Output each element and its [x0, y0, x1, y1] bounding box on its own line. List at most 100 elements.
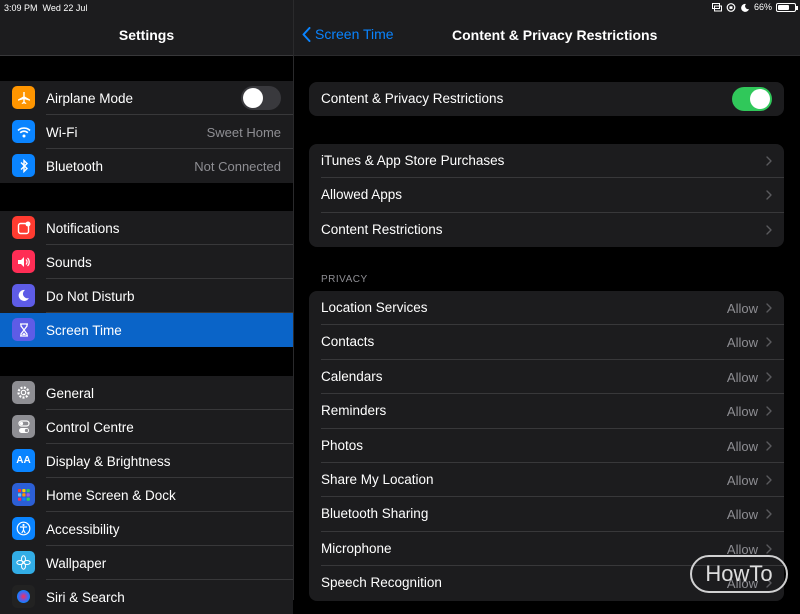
- battery-icon: [776, 2, 798, 12]
- row-label: Allowed Apps: [321, 187, 403, 203]
- sidebar-item-control-centre[interactable]: Control Centre: [0, 410, 293, 444]
- settings-sidebar: Settings Airplane Mode Wi-Fi Sweet Home Blu…: [0, 0, 294, 614]
- sidebar-item-wallpaper[interactable]: Wallpaper: [0, 546, 293, 580]
- row-bluetooth-sharing[interactable]: Bluetooth Sharing Allow: [309, 497, 784, 532]
- sidebar-item-sounds[interactable]: Sounds: [0, 245, 293, 279]
- accessibility-icon: [12, 517, 35, 540]
- toggle-knob: [243, 88, 263, 108]
- row-value: Allow: [726, 472, 758, 488]
- app-grid-icon: [12, 483, 35, 506]
- row-value: Allow: [726, 369, 758, 385]
- chevron-right-icon: [766, 225, 772, 235]
- sidebar-item-airplane-mode[interactable]: Airplane Mode: [0, 81, 293, 115]
- sidebar-group-general: General Control Centre AA Display & Brightn…: [0, 376, 293, 614]
- row-content-restrictions[interactable]: Content Restrictions: [309, 213, 784, 247]
- row-label: iTunes & App Store Purchases: [321, 153, 505, 168]
- sidebar-item-label: Notifications: [46, 220, 120, 236]
- store-card: iTunes & App Store Purchases Allowed Apps…: [309, 144, 784, 248]
- sidebar-item-label: Accessibility: [46, 521, 120, 537]
- row-contacts[interactable]: Contacts Allow: [309, 325, 784, 360]
- sidebar-item-value: Sweet Home: [206, 124, 281, 140]
- row-label: Photos: [321, 437, 364, 453]
- status-clock: 3:09 PM: [4, 3, 38, 13]
- chevron-right-icon: [766, 303, 772, 313]
- sidebar-group-connectivity: Airplane Mode Wi-Fi Sweet Home Bluetooth Not…: [0, 81, 293, 183]
- chevron-right-icon: [766, 475, 772, 485]
- row-value: Allow: [726, 507, 758, 523]
- sidebar-group-notifications: Notifications Sounds Do Not Disturb Screen …: [0, 211, 293, 347]
- chevron-right-icon: [766, 406, 772, 416]
- row-label: Reminders: [321, 403, 387, 419]
- status-date: Wed 22 Jul: [42, 3, 88, 13]
- sidebar-item-label: Sounds: [46, 254, 92, 270]
- chevron-right-icon: [766, 440, 772, 451]
- airplane-mode-toggle[interactable]: [241, 86, 281, 110]
- sidebar-item-general[interactable]: General: [0, 376, 293, 410]
- chevron-left-icon: [302, 26, 311, 42]
- sidebar-item-label: Bluetooth: [46, 158, 104, 174]
- speaker-icon: [12, 250, 35, 273]
- page-title: Content & Privacy Restrictions: [452, 27, 658, 43]
- chevron-right-icon: [766, 509, 772, 520]
- row-value: Allow: [726, 335, 758, 351]
- sidebar-item-label: Display & Brightness: [46, 453, 171, 469]
- sidebar-item-do-not-disturb[interactable]: Do Not Disturb: [0, 279, 293, 313]
- gear-icon: [12, 381, 35, 404]
- restrictions-toggle-card: Content & Privacy Restrictions: [309, 82, 784, 117]
- watermark-text: HowTo: [705, 561, 773, 586]
- row-label: Content Restrictions: [321, 221, 443, 237]
- battery-cap: [796, 5, 798, 10]
- sidebar-item-notifications[interactable]: Notifications: [0, 211, 293, 245]
- row-label: Location Services: [321, 300, 428, 315]
- chevron-right-icon: [766, 372, 772, 382]
- chevron-right-icon: [766, 544, 772, 554]
- row-label: Calendars: [321, 368, 383, 384]
- sidebar-title: Settings: [118, 27, 175, 43]
- sidebar-item-wi-fi[interactable]: Wi-Fi Sweet Home: [0, 115, 293, 149]
- sidebar-item-siri-search[interactable]: Siri & Search: [0, 580, 293, 614]
- status-time: 3:09 PM Wed 22 Jul: [4, 3, 87, 13]
- notifications-icon: [12, 216, 35, 239]
- row-reminders[interactable]: Reminders Allow: [309, 394, 784, 429]
- row-share-my-location[interactable]: Share My Location Allow: [309, 463, 784, 498]
- row-allowed-apps[interactable]: Allowed Apps: [309, 178, 784, 213]
- status-bar: 3:09 PM Wed 22 Jul 66%: [0, 0, 800, 16]
- back-label: Screen Time: [315, 26, 394, 42]
- chevron-right-icon: [766, 337, 772, 348]
- hourglass-icon: [12, 318, 35, 341]
- privacy-section-header: PRIVACY: [321, 274, 368, 285]
- sidebar-item-label: Home Screen & Dock: [46, 487, 176, 503]
- row-value: Allow: [726, 301, 758, 316]
- row-label: Bluetooth Sharing: [321, 506, 429, 522]
- row-value: Allow: [726, 438, 758, 454]
- row-location-services[interactable]: Location Services Allow: [309, 291, 784, 326]
- row-itunes-app-store-purchases[interactable]: iTunes & App Store Purchases: [309, 144, 784, 179]
- sidebar-item-label: Airplane Mode: [46, 90, 134, 106]
- watermark-logo: HowTo: [690, 555, 788, 593]
- chevron-right-icon: [766, 156, 772, 166]
- row-calendars[interactable]: Calendars Allow: [309, 360, 784, 395]
- sidebar-item-label: Do Not Disturb: [46, 288, 135, 304]
- row-label: Share My Location: [321, 471, 434, 487]
- orientation-lock-icon: [726, 2, 736, 12]
- battery-fill: [778, 4, 789, 10]
- restrictions-toggle-label: Content & Privacy Restrictions: [321, 91, 504, 106]
- row-photos[interactable]: Photos Allow: [309, 429, 784, 463]
- text-size-icon: AA: [12, 449, 35, 472]
- sidebar-item-accessibility[interactable]: Accessibility: [0, 512, 293, 546]
- sidebar-item-label: Wallpaper: [46, 555, 107, 571]
- moon-icon: [12, 284, 35, 307]
- sidebar-item-home-screen-dock[interactable]: Home Screen & Dock: [0, 478, 293, 512]
- restrictions-toggle-row[interactable]: Content & Privacy Restrictions: [309, 82, 784, 116]
- sidebar-item-display-brightness[interactable]: AA Display & Brightness: [0, 444, 293, 478]
- back-button[interactable]: Screen Time: [302, 26, 394, 42]
- bluetooth-icon: [12, 154, 35, 177]
- sidebar-item-label: Control Centre: [46, 419, 134, 435]
- battery-percent: 66%: [753, 2, 772, 12]
- sidebar-item-label: General: [46, 385, 95, 401]
- restrictions-toggle[interactable]: [732, 87, 772, 111]
- sidebar-item-screen-time[interactable]: Screen Time: [0, 313, 293, 347]
- siri-icon: [12, 585, 35, 608]
- wifi-icon: [12, 120, 35, 143]
- sidebar-item-bluetooth[interactable]: Bluetooth Not Connected: [0, 149, 293, 183]
